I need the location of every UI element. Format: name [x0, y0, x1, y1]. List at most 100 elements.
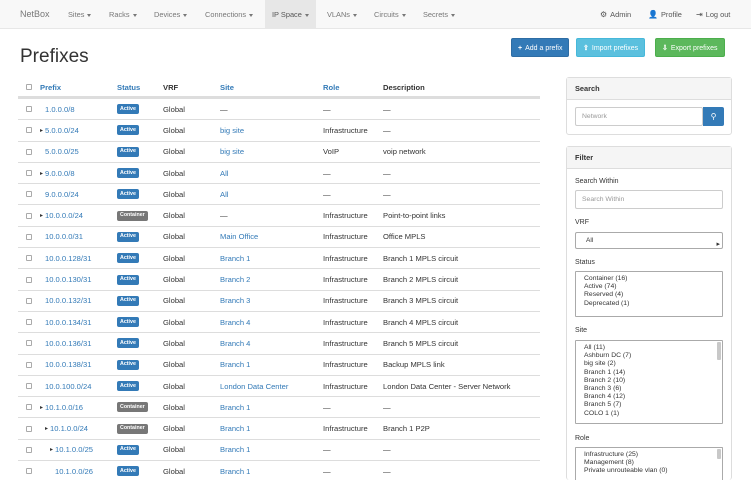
prefix-link[interactable]: 9.0.0.0/8	[45, 169, 75, 178]
nav-sites[interactable]: Sites	[62, 0, 97, 29]
prefix-link[interactable]: 5.0.0.0/25	[45, 147, 79, 156]
prefix-link[interactable]: 10.1.0.0/26	[55, 467, 93, 476]
status-option[interactable]: Reserved (4)	[576, 291, 722, 299]
search-within-input[interactable]: Search Within	[575, 190, 723, 209]
row-checkbox[interactable]	[26, 106, 32, 113]
expand-toggle-icon[interactable]: ▸	[40, 127, 43, 134]
prefix-link[interactable]: 10.0.100.0/24	[45, 382, 91, 391]
prefix-link[interactable]: 10.1.0.0/16	[45, 403, 83, 412]
site-option[interactable]: Ashburn DC (7)	[576, 352, 722, 360]
row-checkbox[interactable]	[26, 233, 32, 240]
expand-toggle-icon[interactable]: ▸	[40, 170, 43, 177]
row-checkbox[interactable]	[26, 212, 32, 219]
site-cell[interactable]: big site	[220, 142, 244, 162]
expand-toggle-icon[interactable]: ▸	[40, 404, 43, 411]
expand-toggle-icon[interactable]: ▸	[45, 425, 48, 432]
export-prefixes-button[interactable]: ⇩ Export prefixes	[655, 38, 725, 57]
site-cell[interactable]: Branch 1	[220, 248, 250, 268]
prefix-link[interactable]: 10.0.0.130/31	[45, 275, 91, 284]
search-input[interactable]: Network	[575, 107, 703, 126]
header-role[interactable]: Role	[323, 78, 339, 96]
header-status[interactable]: Status	[117, 78, 140, 96]
row-checkbox[interactable]	[26, 340, 32, 347]
site-option[interactable]: Branch 3 (6)	[576, 385, 722, 393]
role-option[interactable]: Infrastructure (25)	[576, 451, 722, 459]
site-cell[interactable]: Branch 4	[220, 333, 250, 353]
select-all-checkbox[interactable]	[26, 84, 32, 90]
status-multiselect[interactable]: Container (16) Active (74) Reserved (4) Dep…	[575, 271, 723, 317]
site-cell[interactable]: Branch 1	[220, 355, 250, 375]
site-option[interactable]: Branch 2 (10)	[576, 377, 722, 385]
row-checkbox[interactable]	[26, 127, 32, 134]
nav-admin[interactable]: ⚙ Admin	[600, 0, 631, 29]
role-scrollbar[interactable]	[717, 449, 721, 459]
site-cell[interactable]: Branch 1	[220, 418, 250, 438]
role-multiselect[interactable]: Infrastructure (25) Management (8) Private…	[575, 447, 723, 480]
prefix-link[interactable]: 10.0.0.134/31	[45, 318, 91, 327]
nav-racks[interactable]: Racks	[103, 0, 143, 29]
site-cell[interactable]: All	[220, 163, 228, 183]
row-checkbox[interactable]	[26, 425, 32, 432]
row-checkbox[interactable]	[26, 446, 32, 453]
site-cell[interactable]: Branch 1	[220, 397, 250, 417]
row-checkbox[interactable]	[26, 404, 32, 411]
site-cell[interactable]: London Data Center	[220, 376, 288, 396]
site-scrollbar[interactable]	[717, 342, 721, 360]
nav-devices[interactable]: Devices	[148, 0, 193, 29]
prefix-link[interactable]: 10.0.0.0/24	[45, 211, 83, 220]
nav-connections[interactable]: Connections	[199, 0, 259, 29]
status-option[interactable]: Container (16)	[576, 275, 722, 283]
expand-toggle-icon[interactable]: ▸	[40, 212, 43, 219]
search-button[interactable]: ⚲	[703, 107, 724, 126]
expand-toggle-icon[interactable]: ▸	[50, 446, 53, 453]
nav-vlans[interactable]: VLANs	[321, 0, 363, 29]
row-checkbox[interactable]	[26, 297, 32, 304]
site-option[interactable]: All (11)	[576, 344, 722, 352]
nav-ip-space[interactable]: IP Space	[265, 0, 316, 29]
site-cell[interactable]: Branch 2	[220, 269, 250, 289]
status-option[interactable]: Deprecated (1)	[576, 300, 722, 308]
role-option[interactable]: Private unrouteable vlan (0)	[576, 467, 722, 475]
row-checkbox[interactable]	[26, 383, 32, 389]
header-site[interactable]: Site	[220, 78, 234, 96]
site-cell[interactable]: Branch 3	[220, 291, 250, 311]
role-option[interactable]: Management (8)	[576, 459, 722, 467]
brand-logo[interactable]: NetBox	[20, 9, 50, 19]
prefix-link[interactable]: 10.0.0.136/31	[45, 339, 91, 348]
site-multiselect[interactable]: All (11) Ashburn DC (7) big site (2) Branch…	[575, 340, 723, 424]
row-checkbox[interactable]	[26, 148, 32, 155]
prefix-link[interactable]: 10.0.0.132/31	[45, 296, 91, 305]
row-checkbox[interactable]	[26, 319, 32, 326]
site-cell[interactable]: Main Office	[220, 227, 258, 247]
site-cell[interactable]: big site	[220, 120, 244, 140]
nav-secrets[interactable]: Secrets	[417, 0, 461, 29]
site-cell[interactable]: Branch 1	[220, 440, 250, 460]
row-checkbox[interactable]	[26, 170, 32, 177]
add-prefix-button[interactable]: + Add a prefix	[511, 38, 570, 57]
header-prefix[interactable]: Prefix	[40, 78, 61, 96]
row-checkbox[interactable]	[26, 276, 32, 283]
prefix-link[interactable]: 1.0.0.0/8	[45, 105, 75, 114]
vrf-select[interactable]: All ▸	[575, 232, 723, 249]
site-cell[interactable]: All	[220, 184, 228, 204]
site-option[interactable]: big site (2)	[576, 360, 722, 368]
site-cell[interactable]: Branch 4	[220, 312, 250, 332]
site-option[interactable]: Branch 1 (14)	[576, 369, 722, 377]
import-prefixes-button[interactable]: ⇪ Import prefixes	[576, 38, 646, 57]
prefix-link[interactable]: 9.0.0.0/24	[45, 190, 79, 199]
prefix-link[interactable]: 10.0.0.138/31	[45, 360, 91, 369]
row-checkbox[interactable]	[26, 255, 32, 262]
site-option[interactable]: COLO 1 (1)	[576, 410, 722, 418]
site-cell[interactable]: Branch 1	[220, 461, 250, 480]
nav-circuits[interactable]: Circuits	[368, 0, 412, 29]
site-option[interactable]: Branch 4 (12)	[576, 393, 722, 401]
row-checkbox[interactable]	[26, 191, 32, 198]
row-checkbox[interactable]	[26, 468, 32, 475]
prefix-link[interactable]: 5.0.0.0/24	[45, 126, 79, 135]
site-option[interactable]: Branch 5 (7)	[576, 401, 722, 409]
nav-logout[interactable]: ⇥ Log out	[696, 0, 730, 29]
status-option[interactable]: Active (74)	[576, 283, 722, 291]
prefix-link[interactable]: 10.0.0.0/31	[45, 232, 83, 241]
prefix-link[interactable]: 10.1.0.0/24	[50, 424, 88, 433]
prefix-link[interactable]: 10.0.0.128/31	[45, 254, 91, 263]
